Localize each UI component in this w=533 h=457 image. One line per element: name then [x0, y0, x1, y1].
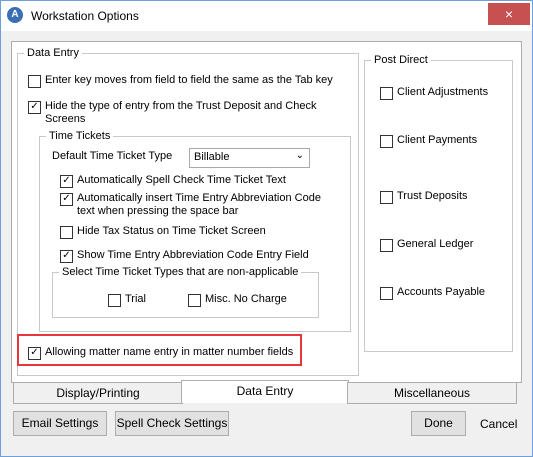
data-entry-legend: Data Entry: [27, 47, 79, 59]
show-abbrev-checkbox[interactable]: ✓ Show Time Entry Abbreviation Code Entr…: [60, 249, 330, 263]
accounts-payable-label: Accounts Payable: [397, 286, 486, 298]
client-adjustments-box[interactable]: [380, 87, 393, 100]
workstation-options-window: A Workstation Options Data Entry Enter k…: [0, 0, 533, 457]
general-ledger-box[interactable]: [380, 239, 393, 252]
auto-insert-label: Automatically insert Time Entry Abbrevia…: [77, 192, 321, 217]
title-bar: A Workstation Options: [1, 1, 532, 31]
trust-deposits-box[interactable]: [380, 191, 393, 204]
post-direct-general-ledger[interactable]: General Ledger: [380, 238, 473, 252]
auto-insert-checkbox[interactable]: ✓ Automatically insert Time Entry Abbrev…: [60, 192, 330, 218]
post-direct-accounts-payable[interactable]: Accounts Payable: [380, 286, 485, 300]
trial-checkbox[interactable]: Trial: [108, 293, 146, 307]
general-ledger-label: General Ledger: [397, 238, 474, 250]
hide-type-box[interactable]: ✓: [28, 101, 41, 114]
tab-miscellaneous[interactable]: Miscellaneous: [347, 382, 517, 404]
enter-key-checkbox[interactable]: Enter key moves from field to field the …: [28, 74, 353, 88]
misc-label: Misc. No Charge: [205, 293, 287, 305]
misc-checkbox[interactable]: Misc. No Charge: [188, 293, 287, 307]
auto-insert-box[interactable]: ✓: [60, 193, 73, 206]
data-entry-panel: Data Entry Enter key moves from field to…: [11, 41, 522, 383]
app-logo-icon: A: [7, 7, 23, 23]
spell-check-label: Automatically Spell Check Time Ticket Te…: [77, 174, 286, 186]
show-abbrev-box[interactable]: ✓: [60, 250, 73, 263]
client-payments-label: Client Payments: [397, 134, 478, 146]
non-applicable-group: Select Time Ticket Types that are non-ap…: [52, 266, 319, 318]
default-type-value: Billable: [194, 151, 230, 163]
spell-check-settings-button[interactable]: Spell Check Settings: [115, 411, 229, 436]
trust-deposits-label: Trust Deposits: [397, 190, 468, 202]
chevron-down-icon: ⌄: [295, 150, 304, 161]
accounts-payable-box[interactable]: [380, 287, 393, 300]
email-settings-button[interactable]: Email Settings: [13, 411, 107, 436]
enter-key-box[interactable]: [28, 75, 41, 88]
post-direct-trust-deposits[interactable]: Trust Deposits: [380, 190, 468, 204]
post-direct-legend: Post Direct: [374, 54, 428, 66]
hide-tax-checkbox[interactable]: Hide Tax Status on Time Ticket Screen: [60, 225, 320, 239]
time-tickets-legend: Time Tickets: [49, 130, 111, 142]
default-type-label: Default Time Ticket Type: [52, 150, 173, 162]
post-direct-client-payments[interactable]: Client Payments: [380, 134, 477, 148]
trial-label: Trial: [125, 293, 146, 305]
misc-box[interactable]: [188, 294, 201, 307]
tab-display-printing[interactable]: Display/Printing: [13, 382, 183, 404]
non-applicable-legend: Select Time Ticket Types that are non-ap…: [62, 266, 299, 278]
client-adjustments-label: Client Adjustments: [397, 86, 489, 98]
default-type-select[interactable]: Billable ⌄: [189, 148, 310, 168]
cancel-button[interactable]: Cancel: [480, 417, 517, 431]
spell-check-checkbox[interactable]: ✓ Automatically Spell Check Time Ticket …: [60, 174, 320, 188]
close-icon[interactable]: ×: [488, 3, 530, 25]
show-abbrev-label: Show Time Entry Abbreviation Code Entry …: [77, 249, 309, 261]
hide-tax-label: Hide Tax Status on Time Ticket Screen: [77, 225, 266, 237]
highlight-frame: [17, 334, 302, 366]
hide-type-label: Hide the type of entry from the Trust De…: [45, 100, 317, 125]
client-payments-box[interactable]: [380, 135, 393, 148]
hide-tax-box[interactable]: [60, 226, 73, 239]
trial-box[interactable]: [108, 294, 121, 307]
spell-check-box[interactable]: ✓: [60, 175, 73, 188]
tab-data-entry[interactable]: Data Entry: [181, 380, 349, 403]
hide-type-checkbox[interactable]: ✓ Hide the type of entry from the Trust …: [28, 100, 328, 126]
done-button[interactable]: Done: [411, 411, 466, 436]
window-title: Workstation Options: [31, 9, 139, 23]
post-direct-client-adjustments[interactable]: Client Adjustments: [380, 86, 488, 100]
enter-key-label: Enter key moves from field to field the …: [45, 74, 333, 86]
